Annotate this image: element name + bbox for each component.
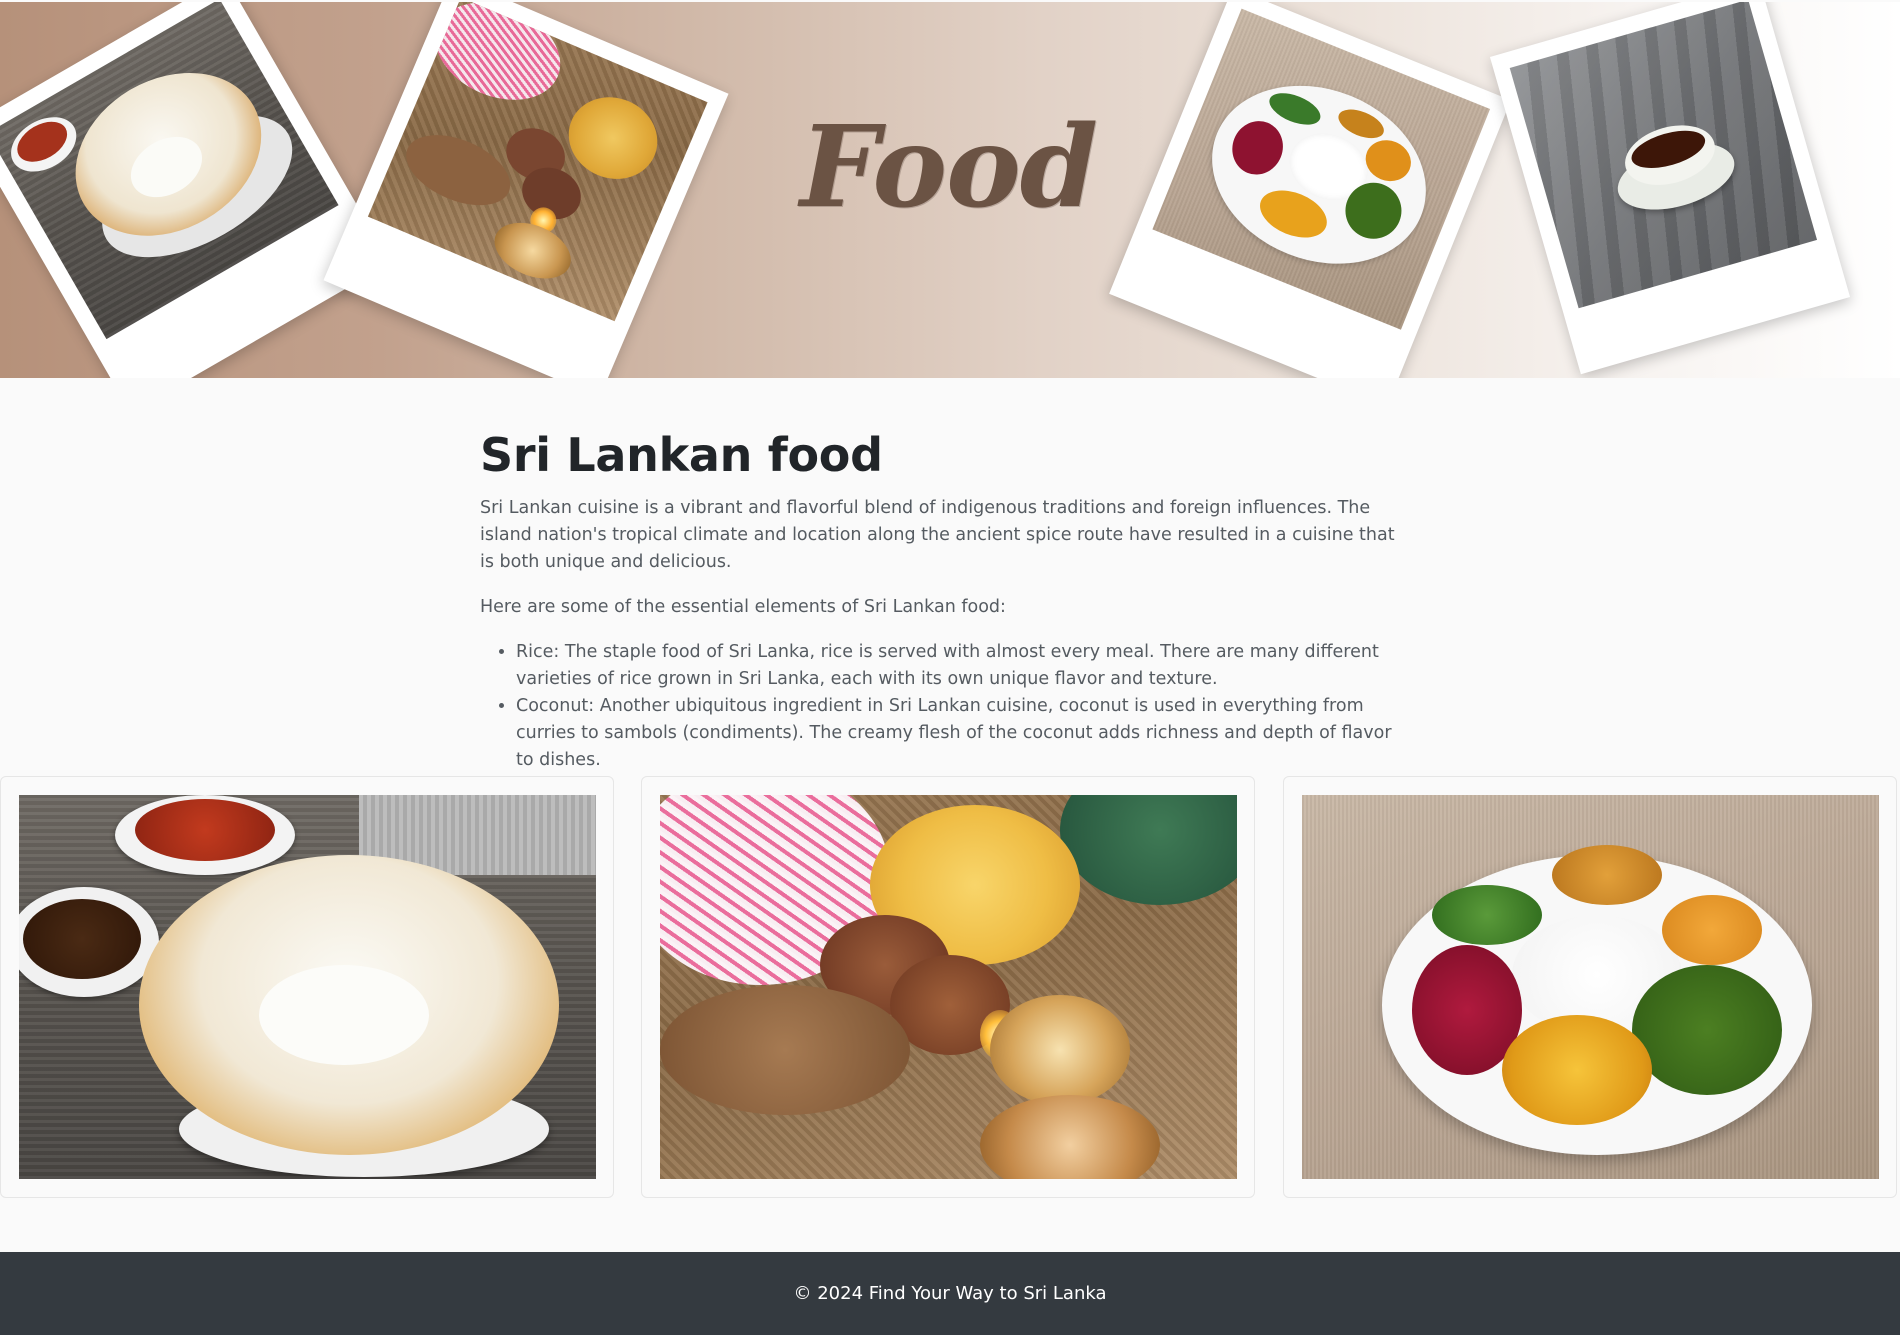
hopper-dish-photo: [19, 795, 596, 1179]
footer: © 2024 Find Your Way to Sri Lanka: [0, 1252, 1900, 1335]
sri-lankan-sweets-photo: [367, 2, 708, 322]
tea-cup-photo: [1509, 2, 1818, 309]
sri-lankan-sweets-photo: [660, 795, 1237, 1179]
food-gallery: [0, 776, 1900, 1198]
gallery-card-sweets: [641, 776, 1255, 1198]
hero-polaroid-tea: [1489, 2, 1851, 375]
intro-paragraph: Sri Lankan cuisine is a vibrant and flav…: [480, 497, 1395, 572]
article: Sri Lankan food Sri Lankan cuisine is a …: [480, 430, 1410, 774]
list-item: Coconut: Another ubiquitous ingredient i…: [516, 693, 1410, 774]
hopper-dish-photo: [0, 2, 339, 340]
gallery-card-hopper: [0, 776, 614, 1198]
hero-polaroid-rice-curry: [1109, 2, 1511, 378]
essentials-list: Rice: The staple food of Sri Lanka, rice…: [516, 639, 1410, 774]
rice-and-curry-photo: [1152, 8, 1491, 330]
lead-paragraph: Here are some of the essential elements …: [480, 596, 1006, 617]
copyright-text: © 2024 Find Your Way to Sri Lanka: [793, 1283, 1107, 1304]
hero-polaroid-hopper: [0, 2, 391, 378]
gallery-card-rice-curry: [1283, 776, 1897, 1198]
rice-and-curry-photo: [1302, 795, 1879, 1179]
hero-polaroid-sweets: [323, 2, 729, 378]
list-item: Rice: The staple food of Sri Lanka, rice…: [516, 639, 1410, 693]
hero-banner: Food: [0, 2, 1900, 378]
page-title: Sri Lankan food: [480, 428, 883, 482]
hero-title: Food: [800, 102, 1098, 233]
